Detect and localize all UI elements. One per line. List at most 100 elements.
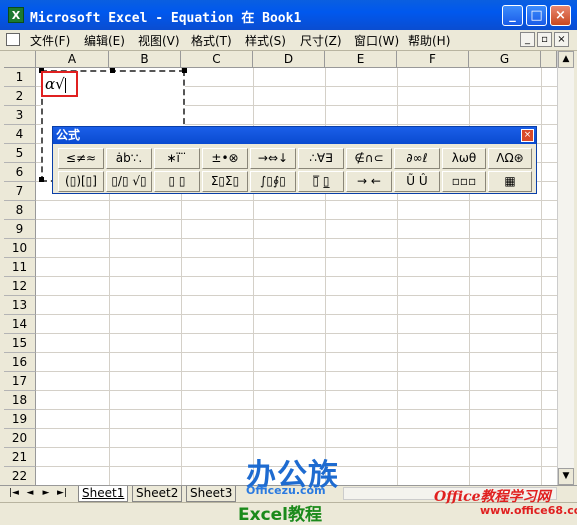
matrix-button[interactable]: ▫▫▫ <box>442 171 486 192</box>
next-sheet-button[interactable]: ► <box>40 488 52 498</box>
sheet-tab-sheet1[interactable]: Sheet1 <box>78 486 129 502</box>
column-header-g[interactable]: G <box>469 51 541 68</box>
menu-help[interactable]: 帮助(H) <box>408 32 450 49</box>
vertical-scrollbar[interactable]: ▲ ▼ <box>557 51 574 485</box>
equation-palette[interactable]: 公式 × ≤≠≈ ȧb∵. ∗ï ̈ ̇ ±•⊗ →⇔↓ ∴∀∃ ∉∩⊂ ∂∞ℓ… <box>52 126 537 194</box>
labeled-arrows-button[interactable]: → ← <box>346 171 392 192</box>
document-icon[interactable] <box>6 33 20 46</box>
menu-edit[interactable]: 编辑(E) <box>84 32 125 49</box>
palette-title[interactable]: 公式 <box>53 127 536 144</box>
greek-lower-button[interactable]: λωθ <box>442 148 486 169</box>
row-header-5[interactable]: 5 <box>4 144 36 163</box>
row-gridline <box>36 257 557 258</box>
relations-button[interactable]: ≤≠≈ <box>58 148 104 169</box>
row-header-1[interactable]: 1 <box>4 68 36 87</box>
row-header-13[interactable]: 13 <box>4 296 36 315</box>
maximize-button[interactable]: □ <box>526 5 547 26</box>
menu-bar: 文件(F) 编辑(E) 视图(V) 格式(T) 样式(S) 尺寸(Z) 窗口(W… <box>0 30 577 51</box>
spaces-ellipses-button[interactable]: ȧb∵. <box>106 148 152 169</box>
doc-close-button[interactable]: × <box>554 32 569 47</box>
row-header-14[interactable]: 14 <box>4 315 36 334</box>
operators-button[interactable]: ±•⊗ <box>202 148 248 169</box>
row-header-20[interactable]: 20 <box>4 429 36 448</box>
prev-sheet-button[interactable]: ◄ <box>24 488 36 498</box>
sheet-tab-sheet2[interactable]: Sheet2 <box>132 486 183 502</box>
watermark-office68: www.office68.com <box>480 504 577 517</box>
row-gridline <box>36 352 557 353</box>
row-gridline <box>36 200 557 201</box>
subscript-superscript-button[interactable]: ▯ ▯ <box>154 171 200 192</box>
watermark-excel: Excel教程 <box>238 505 323 525</box>
palette-close-button[interactable]: × <box>521 129 534 142</box>
row-header-8[interactable]: 8 <box>4 201 36 220</box>
fences-button[interactable]: (▯)[▯] <box>58 171 104 192</box>
row-header-2[interactable]: 2 <box>4 87 36 106</box>
column-header-c[interactable]: C <box>181 51 253 68</box>
row-header-3[interactable]: 3 <box>4 106 36 125</box>
column-header-f[interactable]: F <box>397 51 469 68</box>
excel-app-icon[interactable]: X <box>8 7 24 23</box>
misc-symbols-button[interactable]: ∂∞ℓ <box>394 148 440 169</box>
resize-handle[interactable] <box>182 68 187 73</box>
text-cursor <box>64 77 66 93</box>
worksheet-grid[interactable]: A B C D E F G 1 2 3 4 5 6 7 8 9 10 11 12… <box>4 51 557 485</box>
row-gridline <box>36 409 557 410</box>
sheet-tab-sheet3[interactable]: Sheet3 <box>186 486 237 502</box>
equation-text: α√ <box>45 75 65 93</box>
row-header-21[interactable]: 21 <box>4 448 36 467</box>
row-header-7[interactable]: 7 <box>4 182 36 201</box>
column-header-d[interactable]: D <box>253 51 325 68</box>
row-header-12[interactable]: 12 <box>4 277 36 296</box>
watermark-office-cn: Office教程学习网 <box>434 489 551 505</box>
resize-handle[interactable] <box>110 68 115 73</box>
menu-style[interactable]: 样式(S) <box>245 32 286 49</box>
doc-restore-button[interactable]: ▫ <box>537 32 552 47</box>
menu-view[interactable]: 视图(V) <box>138 32 180 49</box>
matrix-grid-button[interactable]: ▦ <box>488 171 532 192</box>
products-set-button[interactable]: Ũ Û <box>394 171 440 192</box>
doc-minimize-button[interactable]: _ <box>520 32 535 47</box>
column-header-a[interactable]: A <box>36 51 109 68</box>
title-bar: X Microsoft Excel - Equation 在 Book1 _ □… <box>0 0 577 30</box>
column-header-e[interactable]: E <box>325 51 397 68</box>
menu-size[interactable]: 尺寸(Z) <box>300 32 342 49</box>
arrows-button[interactable]: →⇔↓ <box>250 148 296 169</box>
logic-button[interactable]: ∴∀∃ <box>298 148 344 169</box>
scroll-down-button[interactable]: ▼ <box>558 468 574 485</box>
fraction-radical-button[interactable]: ▯/▯ √▯ <box>106 171 152 192</box>
row-header-10[interactable]: 10 <box>4 239 36 258</box>
last-sheet-button[interactable]: ►| <box>56 488 68 498</box>
row-gridline <box>36 238 557 239</box>
summation-button[interactable]: Σ▯Σ▯ <box>202 171 248 192</box>
greek-upper-button[interactable]: ΛΩ⊛ <box>488 148 532 169</box>
row-header-11[interactable]: 11 <box>4 258 36 277</box>
row-header-22[interactable]: 22 <box>4 467 36 485</box>
row-gridline <box>36 314 557 315</box>
close-button[interactable]: × <box>550 5 571 26</box>
menu-file[interactable]: 文件(F) <box>30 32 70 49</box>
row-header-9[interactable]: 9 <box>4 220 36 239</box>
row-header-15[interactable]: 15 <box>4 334 36 353</box>
integral-button[interactable]: ∫▯∮▯ <box>250 171 296 192</box>
first-sheet-button[interactable]: |◄ <box>8 488 20 498</box>
row-header-6[interactable]: 6 <box>4 163 36 182</box>
menu-format[interactable]: 格式(T) <box>191 32 232 49</box>
window-title: Microsoft Excel - Equation 在 Book1 <box>30 11 302 26</box>
scroll-up-button[interactable]: ▲ <box>558 51 574 68</box>
column-header-b[interactable]: B <box>109 51 181 68</box>
embellishments-button[interactable]: ∗ï ̈ ̇ <box>154 148 200 169</box>
row-header-16[interactable]: 16 <box>4 353 36 372</box>
resize-handle[interactable] <box>39 177 44 182</box>
menu-window[interactable]: 窗口(W) <box>354 32 399 49</box>
select-all-corner[interactable] <box>4 51 36 68</box>
row-header-17[interactable]: 17 <box>4 372 36 391</box>
column-header-partial[interactable] <box>541 51 557 68</box>
row-header-4[interactable]: 4 <box>4 125 36 144</box>
bar-underbar-button[interactable]: ▯̅ ▯̲ <box>298 171 344 192</box>
excel-window: X Microsoft Excel - Equation 在 Book1 _ □… <box>0 0 577 525</box>
set-theory-button[interactable]: ∉∩⊂ <box>346 148 392 169</box>
minimize-button[interactable]: _ <box>502 5 523 26</box>
row-header-18[interactable]: 18 <box>4 391 36 410</box>
row-header-19[interactable]: 19 <box>4 410 36 429</box>
equation-input[interactable]: α√ <box>41 71 78 97</box>
